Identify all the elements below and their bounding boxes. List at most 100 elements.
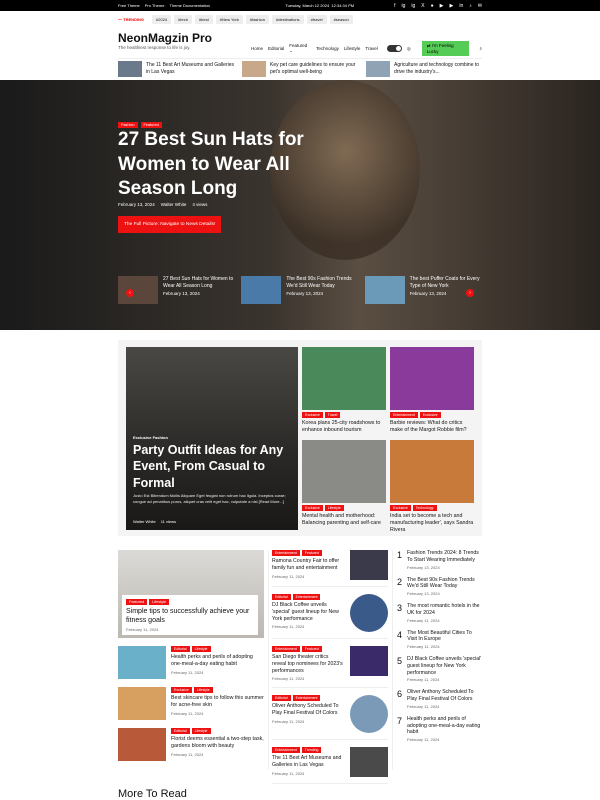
feeling-lucky-button[interactable]: ⇄ I'm Feeling Lucky [421, 41, 470, 56]
category-badge[interactable]: Entertainment [272, 747, 300, 754]
list-thumb[interactable] [118, 646, 166, 679]
featured-categories[interactable]: Exclusive Fashion [133, 435, 168, 440]
trending-tag[interactable]: #2024 [152, 15, 172, 24]
list-thumb[interactable] [350, 594, 388, 632]
category-badge[interactable]: Exclusive [302, 505, 323, 511]
popular-title[interactable]: The Best 90s Fashion Trends We'd Still W… [407, 577, 482, 591]
slide-item[interactable]: The best Puffer Coats for Every Type of … [364, 276, 482, 304]
category-badge[interactable]: Trending [301, 747, 322, 754]
category-badge[interactable]: Technology [412, 505, 437, 511]
list-thumb[interactable] [118, 687, 166, 720]
popular-title[interactable]: Health perks and perils of adopting one-… [407, 716, 482, 736]
grid-image[interactable] [302, 440, 386, 503]
slide-title[interactable]: The best Puffer Coats for Every Type of … [410, 276, 482, 289]
list-thumb[interactable] [350, 550, 388, 580]
strip-item[interactable]: The 11 Best Art Museums and Galleries in… [118, 59, 234, 78]
category-badge[interactable]: Exclusive [390, 505, 411, 511]
featured-title[interactable]: Party Outfit Ideas for Any Event, From C… [133, 442, 293, 491]
top-link[interactable]: Theme Documentation [169, 3, 209, 8]
strip-item[interactable]: Key pet care guidelines to ensure your p… [242, 59, 358, 78]
nav-home[interactable]: Home [251, 46, 263, 51]
top-link[interactable]: Pro Theme [145, 3, 165, 8]
slide-item[interactable]: 27 Best Sun Hats for Women to Wear All S… [118, 276, 235, 304]
category-badge[interactable]: Entertainment [292, 695, 321, 702]
category-badge[interactable]: Entertainment [390, 412, 418, 418]
category-badge[interactable]: Lifestyle [149, 599, 170, 605]
popular-item[interactable]: 3 The most romantic hotels in the UK for … [397, 603, 482, 623]
list-title[interactable]: Ramona Country Fair to offer family fun … [272, 558, 344, 572]
prev-arrow-icon[interactable]: ‹ [126, 289, 134, 297]
popular-title[interactable]: Oliver Anthony Scheduled To Play Final F… [407, 689, 482, 703]
next-arrow-icon[interactable]: › [466, 289, 474, 297]
popular-item[interactable]: 5 DJ Black Coffee unveils 'special' guest… [397, 656, 482, 682]
category-badge[interactable]: Lifestyle [191, 646, 211, 652]
card-title[interactable]: Simple tips to successfully achieve your… [126, 607, 254, 625]
list-title[interactable]: Best skincare tips to follow this summer… [171, 695, 264, 709]
popular-item[interactable]: 4 The Most Beautiful Cities To Visit In E… [397, 630, 482, 650]
list-title[interactable]: The 11 Best Art Museums and Galleries in… [272, 755, 344, 769]
strip-thumb[interactable] [118, 60, 142, 77]
fitness-card[interactable]: Featured Lifestyle Simple tips to success… [118, 550, 264, 638]
category-badge[interactable]: Lifestyle [324, 505, 344, 511]
nav-featured[interactable]: Featured ⌄ [289, 43, 311, 54]
list-item[interactable]: Editorial Lifestyle Health perks and peril… [118, 646, 264, 679]
popular-item[interactable]: 7 Health perks and perils of adopting one… [397, 716, 482, 742]
trending-tag[interactable]: #New York [215, 15, 243, 24]
slide-thumb[interactable] [364, 276, 405, 304]
featured-main-card[interactable]: Exclusive Fashion Party Outfit Ideas for… [126, 347, 298, 530]
strip-title[interactable]: The 11 Best Art Museums and Galleries in… [146, 62, 234, 75]
popular-title[interactable]: Fashion Trends 2024: 8 Trends To Start W… [407, 550, 482, 564]
list-item[interactable]: Entertainment Trending The 11 Best Art Mus… [272, 747, 388, 785]
social-icon[interactable]: ig [401, 3, 405, 9]
social-icon[interactable]: f [394, 3, 395, 9]
list-title[interactable]: Oliver Anthony Scheduled To Play Final F… [272, 703, 344, 717]
social-icon[interactable]: ✉ [478, 3, 482, 9]
globe-icon[interactable]: ◎ [407, 46, 411, 52]
list-thumb[interactable] [350, 747, 388, 778]
popular-title[interactable]: DJ Black Coffee unveils 'special' guest … [407, 656, 482, 676]
nav-editorial[interactable]: Editorial [268, 46, 284, 51]
list-title[interactable]: Health perks and perils of adopting one-… [171, 654, 264, 668]
dark-mode-toggle[interactable] [386, 45, 402, 52]
social-icon[interactable]: in [459, 3, 463, 9]
category-badge[interactable]: Entertainment [272, 646, 300, 652]
popular-item[interactable]: 1 Fashion Trends 2024: 8 Trends To Start … [397, 550, 482, 570]
grid-card[interactable]: Exclusive Travel Korea plans 25-city roads… [302, 347, 386, 434]
nav-technology[interactable]: Technology [316, 46, 339, 51]
category-badge[interactable]: Lifestyle [191, 728, 211, 734]
slide-title[interactable]: 27 Best Sun Hats for Women to Wear All S… [163, 276, 235, 289]
category-badge[interactable]: Exclusive [171, 687, 192, 693]
search-icon[interactable]: ⌕ [479, 46, 482, 51]
grid-title[interactable]: Mental health and motherhood: Balancing … [302, 513, 386, 527]
trending-tag[interactable]: #season [329, 15, 353, 24]
list-thumb[interactable] [350, 695, 388, 734]
social-icon[interactable]: ● [431, 3, 434, 9]
grid-title[interactable]: Barbie reviews: What do critics make of … [390, 420, 474, 434]
trending-tag[interactable]: #destinations [271, 15, 304, 24]
trending-tag[interactable]: #fashion [245, 15, 269, 24]
category-badge[interactable]: Exclusive [302, 412, 323, 418]
category-badge[interactable]: Entertainment [272, 550, 300, 556]
list-item[interactable]: Editorial Lifestyle Florist deems essentia… [118, 728, 264, 761]
grid-image[interactable] [302, 347, 386, 410]
list-item[interactable]: Entertainment Featured Ramona Country Fair… [272, 550, 388, 587]
popular-item[interactable]: 2 The Best 90s Fashion Trends We'd Still … [397, 577, 482, 597]
category-badge[interactable]: Entertainment [292, 594, 321, 600]
list-item[interactable]: Exclusive Lifestyle Best skincare tips to … [118, 687, 264, 720]
social-icon[interactable]: ▶ [450, 3, 454, 9]
top-link[interactable]: Free Theme [118, 3, 140, 8]
social-icon[interactable]: ▶ [440, 3, 444, 9]
social-icon[interactable]: ig [411, 3, 415, 9]
strip-title[interactable]: Agriculture and technology combine to dr… [394, 62, 482, 75]
nav-travel[interactable]: Travel [365, 46, 377, 51]
list-item[interactable]: Editorial Entertainment Oliver Anthony Sch… [272, 695, 388, 741]
list-thumb[interactable] [118, 728, 166, 761]
list-thumb[interactable] [350, 646, 388, 676]
list-title[interactable]: San Diego theater critics reveal top nom… [272, 654, 344, 674]
nav-lifestyle[interactable]: Lifestyle [344, 46, 361, 51]
category-badge[interactable]: Editorial [272, 594, 291, 600]
strip-thumb[interactable] [366, 60, 390, 77]
strip-title[interactable]: Key pet care guidelines to ensure your p… [270, 62, 358, 75]
trending-tag[interactable]: #tech [174, 15, 192, 24]
slide-thumb[interactable] [118, 276, 158, 304]
